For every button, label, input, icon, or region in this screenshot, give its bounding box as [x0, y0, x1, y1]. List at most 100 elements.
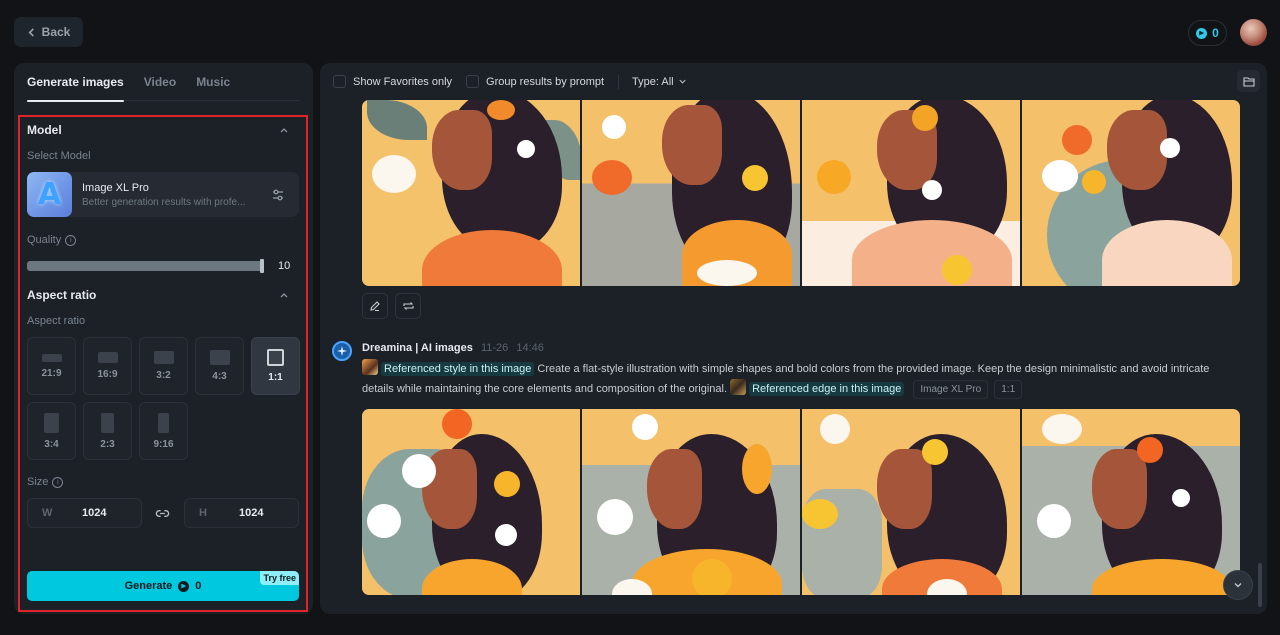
- height-input[interactable]: H 1024: [184, 498, 299, 528]
- model-section-title: Model: [27, 123, 62, 137]
- scrollbar-thumb[interactable]: [1258, 563, 1262, 607]
- pencil-icon: [370, 301, 380, 312]
- ratio-label: 4:3: [212, 371, 227, 382]
- ratio-shape-icon: [101, 412, 114, 433]
- select-model-label: Select Model: [27, 150, 91, 162]
- ratio-label: 1:1: [268, 372, 283, 383]
- tab-music[interactable]: Music: [196, 63, 230, 101]
- ratio-2-3[interactable]: 2:3: [83, 402, 132, 460]
- chevron-left-icon: [28, 27, 34, 37]
- folder-button[interactable]: [1237, 70, 1260, 92]
- filter-bar: Show Favorites only Group results by pro…: [333, 73, 687, 90]
- size-label: Size i: [27, 476, 64, 488]
- tab-generate-images[interactable]: Generate images: [27, 63, 124, 102]
- credits-badge[interactable]: 0: [1188, 20, 1227, 46]
- user-avatar[interactable]: [1240, 19, 1267, 46]
- edit-prompt-button[interactable]: [362, 293, 388, 319]
- model-selector[interactable]: A Image XL Pro Better generation results…: [27, 172, 299, 217]
- ratio-label: 9:16: [153, 438, 174, 450]
- generated-image[interactable]: [362, 100, 580, 286]
- ratio-label: 16:9: [97, 369, 118, 380]
- credits-count: 0: [1212, 26, 1219, 40]
- image-row: [362, 100, 1240, 286]
- ratio-label: 21:9: [41, 367, 62, 379]
- ratio-label: 3:4: [44, 438, 59, 450]
- folder-icon: [1242, 76, 1255, 87]
- info-icon[interactable]: i: [65, 234, 77, 246]
- tab-video[interactable]: Video: [144, 63, 176, 101]
- ratio-9-16[interactable]: 9:16: [139, 402, 188, 460]
- result-actions: [362, 293, 421, 319]
- generated-image[interactable]: [1022, 409, 1240, 595]
- favorites-checkbox[interactable]: [333, 75, 346, 88]
- width-value: 1024: [82, 507, 107, 519]
- ratio-3-2[interactable]: 3:2: [139, 337, 188, 395]
- aspect-ratio-grid: 21:9 16:9 3:2 4:3 1:1 3:4 2:3 9:16: [27, 337, 300, 460]
- ratio-shape-icon: [153, 351, 174, 364]
- model-description: Better generation results with profe...: [82, 196, 246, 208]
- ratio-shape-icon: [97, 352, 118, 363]
- ratio-shape-icon: [158, 412, 169, 433]
- quality-slider[interactable]: [27, 259, 264, 273]
- ratio-shape-icon: [41, 353, 62, 362]
- generated-image[interactable]: [582, 100, 800, 286]
- generate-cost: 0: [195, 580, 202, 592]
- scroll-to-bottom-button[interactable]: [1223, 570, 1253, 600]
- results-panel: Show Favorites only Group results by pro…: [320, 63, 1267, 614]
- width-input[interactable]: W 1024: [27, 498, 142, 528]
- generate-button[interactable]: Generate 0 Try free: [27, 571, 299, 601]
- group-checkbox[interactable]: [466, 75, 480, 88]
- generated-image[interactable]: [802, 100, 1020, 286]
- ratio-shape-icon: [44, 412, 59, 433]
- message-header: Dreamina | AI images 11-26 14:46: [362, 342, 544, 354]
- ratio-16-9[interactable]: 16:9: [83, 337, 132, 395]
- back-button[interactable]: Back: [14, 17, 83, 47]
- width-prefix: W: [42, 507, 53, 519]
- generated-image[interactable]: [362, 409, 580, 595]
- sparkle-icon: [337, 346, 347, 356]
- style-reference-chip[interactable]: Referenced style in this image: [381, 362, 535, 376]
- ratio-shape-icon: [209, 350, 230, 365]
- ratio-21-9[interactable]: 21:9: [27, 337, 76, 395]
- ratio-4-3[interactable]: 4:3: [195, 337, 244, 395]
- sliders-icon[interactable]: [271, 188, 285, 202]
- chevron-up-icon[interactable]: [279, 125, 289, 135]
- chevron-up-icon[interactable]: [279, 290, 289, 300]
- message-date: 11-26: [480, 342, 509, 354]
- ratio-label: 3:2: [156, 370, 171, 381]
- edge-reference-chip[interactable]: Referenced edge in this image: [749, 382, 905, 396]
- model-logo: A: [27, 172, 72, 217]
- favorites-filter[interactable]: Show Favorites only: [333, 75, 452, 88]
- height-prefix: H: [199, 507, 207, 519]
- group-filter[interactable]: Group results by prompt: [466, 75, 604, 88]
- size-label-text: Size: [27, 476, 49, 488]
- height-value: 1024: [239, 507, 264, 519]
- mode-tabs: Generate images Video Music: [27, 63, 300, 102]
- ratio-label: 2:3: [100, 438, 115, 450]
- model-tag: Image XL Pro: [913, 380, 989, 399]
- divider: [618, 74, 620, 89]
- slider-handle[interactable]: [260, 259, 264, 273]
- settings-panel: Generate images Video Music Model Select…: [14, 63, 313, 614]
- quality-label-text: Quality: [27, 234, 62, 246]
- type-dropdown[interactable]: Type: All: [632, 76, 687, 88]
- message-author: Dreamina | AI images: [362, 342, 473, 354]
- info-icon[interactable]: i: [52, 476, 64, 488]
- generated-image[interactable]: [582, 409, 800, 595]
- back-label: Back: [41, 25, 71, 39]
- edge-reference-thumbnail[interactable]: [730, 379, 747, 395]
- generated-image[interactable]: [1022, 100, 1240, 286]
- repeat-icon: [402, 302, 414, 310]
- quality-label: Quality i: [27, 234, 77, 246]
- prompt-text: Referenced style in this image Create a …: [362, 359, 1242, 399]
- aspect-section-title: Aspect ratio: [27, 288, 97, 302]
- link-icon[interactable]: [155, 506, 170, 521]
- generated-image[interactable]: [802, 409, 1020, 595]
- style-reference-thumbnail[interactable]: [362, 359, 378, 375]
- regenerate-button[interactable]: [395, 293, 421, 319]
- chevron-down-icon: [1234, 583, 1242, 588]
- ratio-1-1[interactable]: 1:1: [251, 337, 300, 395]
- favorites-label: Show Favorites only: [353, 75, 453, 88]
- ratio-3-4[interactable]: 3:4: [27, 402, 76, 460]
- chevron-down-icon: [679, 79, 686, 84]
